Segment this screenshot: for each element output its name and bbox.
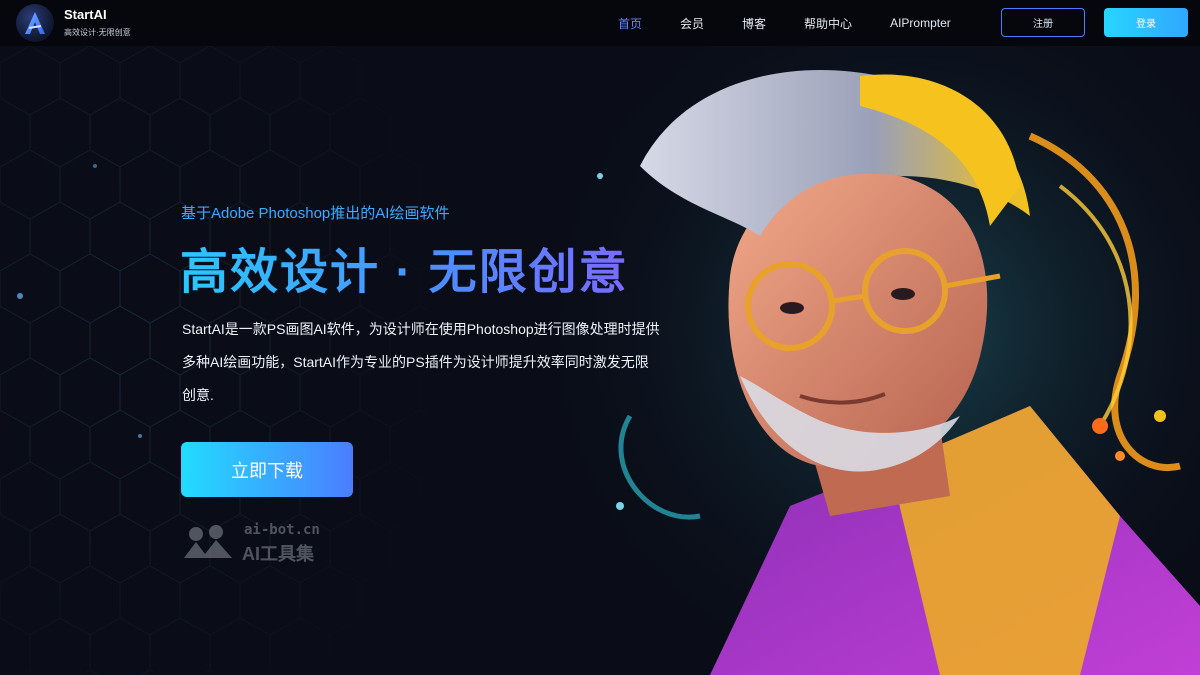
- app-name[interactable]: StartAI: [64, 7, 107, 22]
- top-navbar: StartAI 高效设计·无限创意 首页 会员 博客 帮助中心 AIPrompt…: [0, 0, 1200, 46]
- main-nav: 首页 会员 博客 帮助中心 AIPrompter: [618, 0, 951, 46]
- watermark: ai-bot.cn AI工具集: [182, 522, 362, 564]
- app-tagline: 高效设计·无限创意: [64, 28, 131, 37]
- nav-item-home[interactable]: 首页: [618, 15, 642, 32]
- hero-title: 高效设计 · 无限创意: [180, 232, 629, 302]
- watermark-url: ai-bot.cn: [244, 522, 320, 538]
- nav-item-blog[interactable]: 博客: [742, 15, 766, 32]
- hero-subtitle: 基于Adobe Photoshop推出的AI绘画软件: [181, 205, 450, 222]
- nav-item-help-center[interactable]: 帮助中心: [804, 15, 852, 32]
- watermark-logo-icon: [184, 525, 232, 558]
- login-button[interactable]: 登录: [1104, 8, 1188, 37]
- register-button[interactable]: 注册: [1001, 8, 1085, 37]
- nav-item-aiprompter[interactable]: AIPrompter: [890, 16, 951, 30]
- watermark-name: AI工具集: [242, 544, 314, 564]
- startai-logo-icon[interactable]: [16, 4, 54, 42]
- hero-description: StartAI是一款PS画图AI软件，为设计师在使用Photoshop进行图像处…: [182, 321, 660, 403]
- download-button[interactable]: 立即下载: [181, 442, 353, 497]
- nav-item-membership[interactable]: 会员: [680, 15, 704, 32]
